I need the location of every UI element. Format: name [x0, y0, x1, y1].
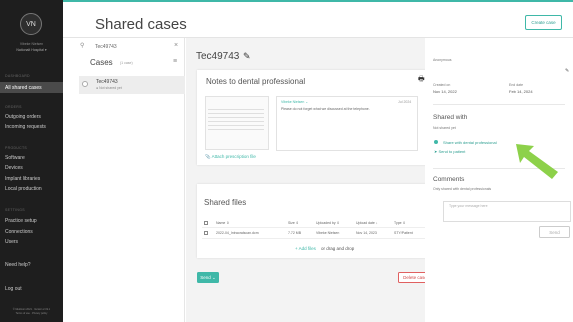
- sidebar-item-help[interactable]: Need help?: [5, 262, 31, 268]
- sidebar-item-users[interactable]: Users: [5, 239, 18, 245]
- prescription-preview-lines: [208, 109, 264, 131]
- note-date: Jul 2024: [398, 100, 412, 104]
- column-header-name[interactable]: Name ⇕: [216, 221, 229, 225]
- end-date-value: Feb 14, 2024: [509, 89, 533, 94]
- details-divider: [433, 104, 565, 105]
- page-title: Shared cases: [95, 16, 187, 33]
- note-body: Please do not forget what we discussed a…: [281, 107, 370, 111]
- table-divider: [202, 238, 428, 239]
- edit-pencil-icon[interactable]: ✎: [243, 51, 251, 62]
- user-name: Vibeke Nielsen: [19, 42, 44, 46]
- sidebar-item-connections[interactable]: Connections: [5, 229, 33, 235]
- case-select-radio[interactable]: [82, 81, 88, 87]
- comments-title: Comments: [433, 176, 465, 183]
- comments-subtitle: Only shared with dental professionals: [433, 187, 492, 191]
- end-date-label: End date: [509, 83, 524, 87]
- case-list-item[interactable]: [79, 76, 185, 94]
- attach-prescription-link[interactable]: 📎 Attach prescription file: [205, 154, 256, 160]
- cases-title: Cases: [90, 58, 113, 67]
- clear-search-icon[interactable]: ×: [174, 42, 178, 49]
- created-label: Created on: [433, 83, 451, 87]
- patient-name: Anonymous: [433, 58, 452, 62]
- column-header-uploaded-by[interactable]: Uploaded by ⇕: [316, 221, 340, 225]
- add-files-link[interactable]: + Add files: [295, 246, 316, 251]
- case-title: Tec49743: [196, 51, 240, 62]
- share-dot-icon: [434, 140, 438, 144]
- file-name[interactable]: 2022-04_Intraoralscan.dcm: [216, 231, 259, 235]
- file-uploaded-by: Vibeke Nielsen: [316, 231, 340, 235]
- legal-links[interactable]: Terms of use · Privacy policy: [3, 312, 60, 316]
- sidebar-item-outgoing-orders[interactable]: Outgoing orders: [5, 114, 41, 120]
- sidebar-item-all-shared-cases[interactable]: All shared cases: [5, 85, 42, 91]
- column-header-size[interactable]: Size ⇕: [288, 221, 299, 225]
- search-icon: ⚲: [80, 43, 85, 49]
- file-row-checkbox[interactable]: [204, 231, 208, 235]
- search-input[interactable]: Tec49743: [95, 44, 117, 50]
- shared-files-title: Shared files: [204, 198, 247, 207]
- drag-drop-hint: or drag and drop: [321, 246, 355, 251]
- shared-status: Not shared yet: [433, 126, 456, 130]
- share-with-professional-link[interactable]: Share with dental professional: [443, 140, 497, 145]
- sidebar-item-local-production[interactable]: Local production: [5, 186, 42, 192]
- column-header-upload-date[interactable]: Upload date ↓: [356, 221, 378, 225]
- case-item-status: ● Not shared yet: [96, 86, 122, 90]
- send-comment-button[interactable]: Send: [539, 226, 570, 238]
- column-header-type[interactable]: Type ⇕: [394, 221, 406, 225]
- notes-title: Notes to dental professional: [206, 77, 306, 86]
- sidebar-item-incoming-requests[interactable]: Incoming requests: [5, 124, 46, 130]
- sidebar-item-practice-setup[interactable]: Practice setup: [5, 218, 37, 224]
- note-author: Vibeke Nielsen ⌄: [281, 100, 309, 104]
- comment-placeholder: Type your message here: [449, 204, 488, 208]
- cases-count: (1 case): [120, 61, 133, 65]
- nav-section-products: PRODUCTS: [5, 146, 28, 150]
- printer-icon[interactable]: 🖶: [418, 75, 425, 86]
- highlight-arrow-icon: [516, 144, 558, 179]
- case-item-id: Tec49743: [96, 79, 118, 85]
- nav-section-dashboard: DASHBOARD: [5, 74, 30, 78]
- file-size: 7.72 MB: [288, 231, 302, 235]
- sidebar-item-logout[interactable]: Log out: [5, 286, 22, 292]
- select-all-checkbox[interactable]: [204, 221, 208, 225]
- user-org-selector[interactable]: Nationalt Hospital ▾: [4, 48, 59, 52]
- nav-section-settings: SETTINGS: [5, 208, 25, 212]
- file-upload-date: Nov 14, 2023: [356, 231, 377, 235]
- sidebar-item-software[interactable]: Software: [5, 155, 25, 161]
- create-case-button[interactable]: Create case: [525, 15, 562, 30]
- avatar[interactable]: VN: [20, 13, 42, 35]
- edit-details-icon[interactable]: ✎: [565, 68, 569, 74]
- sidebar-item-devices[interactable]: Devices: [5, 165, 23, 171]
- file-type: STY/Patient: [394, 231, 413, 235]
- nav-section-orders: ORDERS: [5, 105, 22, 109]
- filter-icon[interactable]: ≡: [173, 58, 177, 65]
- send-to-patient-link[interactable]: ➤ Send to patient: [434, 149, 465, 154]
- note-message-box: [276, 96, 418, 151]
- sidebar-item-implant-libraries[interactable]: Implant libraries: [5, 176, 40, 182]
- copyright-text: © Medicom 2021 · Version 2.19.1 Terms of…: [3, 308, 60, 315]
- created-value: Nov 14, 2022: [433, 89, 457, 94]
- shared-with-title: Shared with: [433, 114, 468, 121]
- send-button[interactable]: Send ⌄: [197, 272, 219, 283]
- top-accent-bar: [0, 0, 573, 2]
- table-divider: [202, 227, 428, 228]
